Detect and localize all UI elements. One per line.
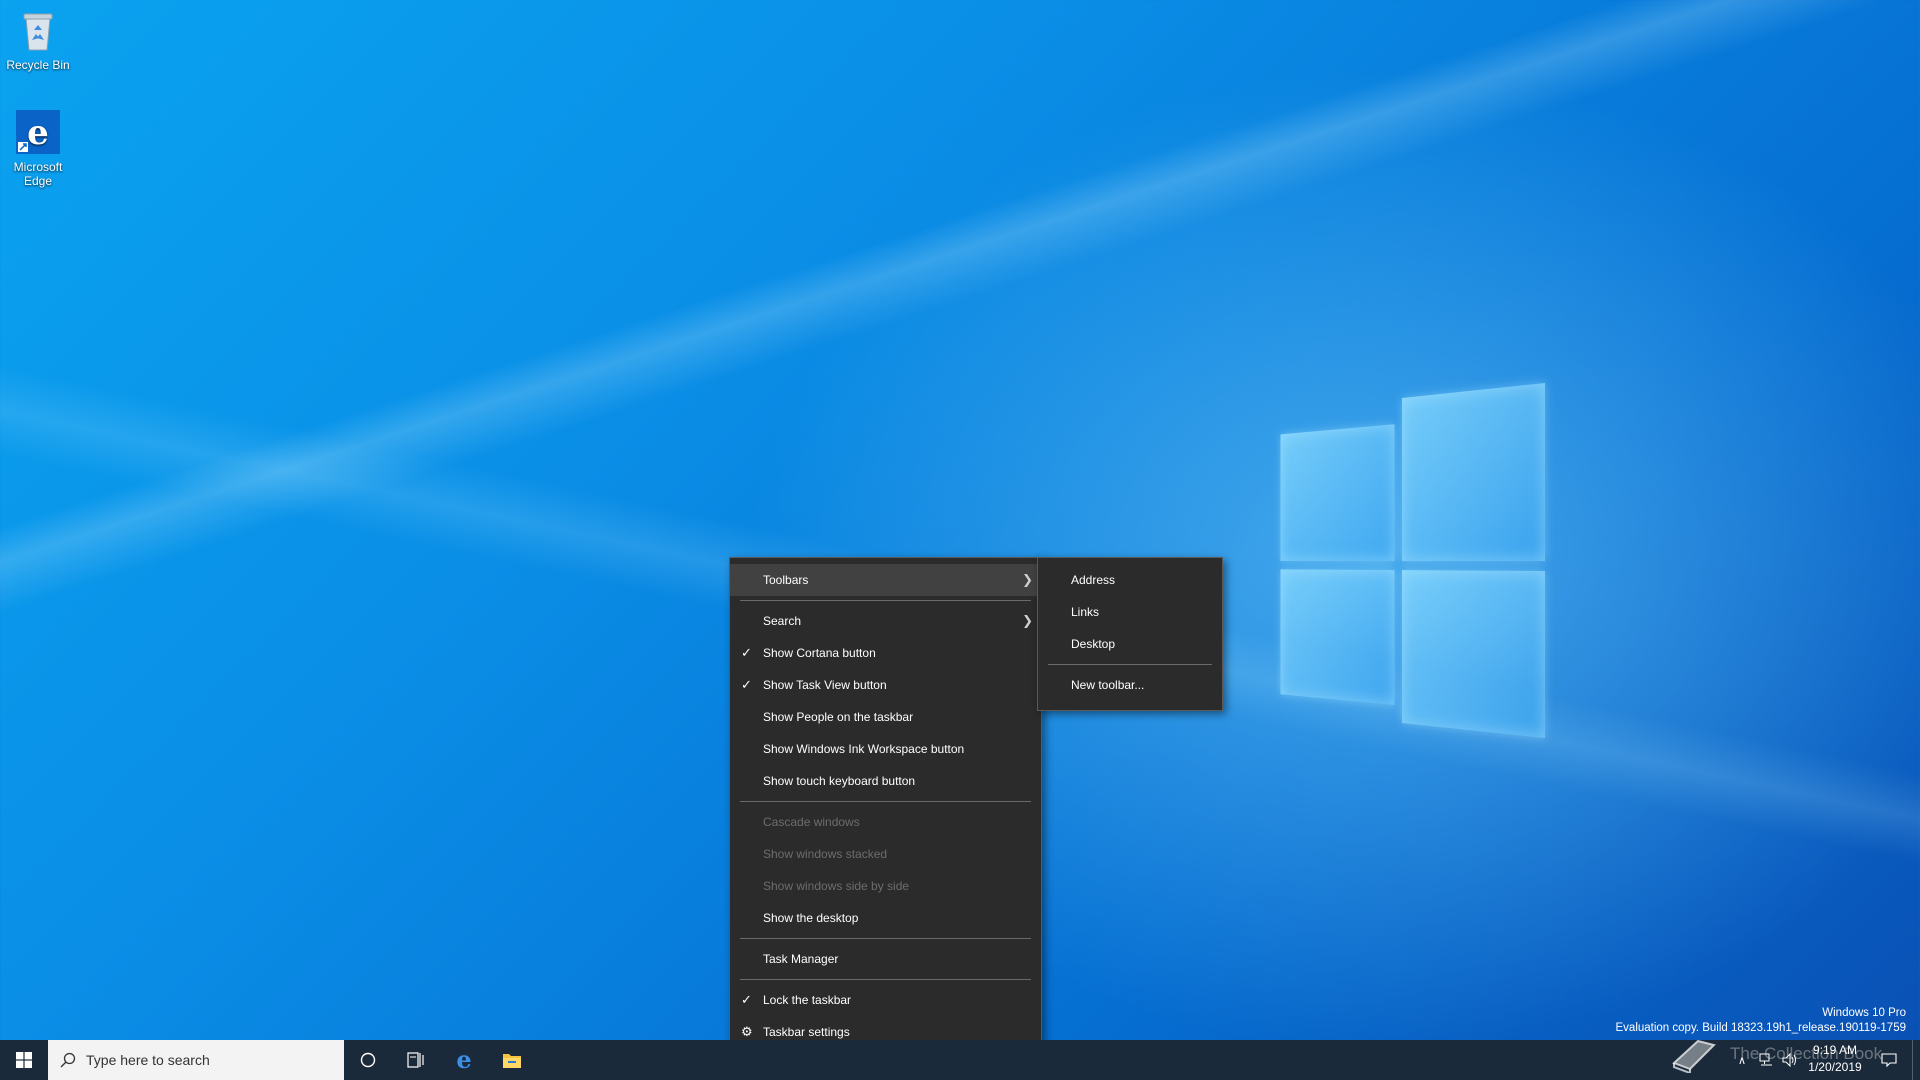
menu-item-label: Toolbars [763, 573, 808, 587]
menu-item-label: Cascade windows [763, 815, 860, 829]
menu-item-label: Show Task View button [763, 678, 887, 692]
menu-item-show-ink-workspace[interactable]: Show Windows Ink Workspace button [730, 733, 1041, 765]
menu-item-label: Show Windows Ink Workspace button [763, 742, 964, 756]
watermark-edition: Windows 10 Pro [1616, 1007, 1907, 1019]
menu-item-label: Show windows side by side [763, 879, 909, 893]
network-icon [1758, 1053, 1774, 1067]
taskbar: Type here to search e ∧ 9:19 AM 1/20/201… [0, 1040, 1920, 1080]
svg-text:e: e [27, 113, 49, 153]
chevron-right-icon: ❯ [1022, 564, 1033, 596]
submenu-item-address[interactable]: Address [1038, 564, 1222, 596]
menu-item-label: Show Cortana button [763, 646, 876, 660]
volume-button[interactable] [1778, 1040, 1802, 1080]
search-placeholder: Type here to search [86, 1052, 210, 1068]
submenu-item-links[interactable]: Links [1038, 596, 1222, 628]
desktop-icon-recycle-bin[interactable]: Recycle Bin [0, 6, 76, 72]
menu-item-label: Lock the taskbar [763, 993, 851, 1007]
menu-item-lock-the-taskbar[interactable]: ✓ Lock the taskbar [730, 984, 1041, 1016]
menu-item-show-windows-side-by-side: Show windows side by side [730, 870, 1041, 902]
menu-item-label: Show touch keyboard button [763, 774, 915, 788]
desktop-icon-label: Edge [0, 174, 76, 188]
menu-item-show-cortana-button[interactable]: ✓ Show Cortana button [730, 637, 1041, 669]
menu-item-cascade-windows: Cascade windows [730, 806, 1041, 838]
menu-item-label: Search [763, 614, 801, 628]
edge-icon: e [456, 1048, 471, 1072]
task-view-icon [407, 1052, 425, 1068]
task-view-button[interactable] [392, 1040, 440, 1080]
menu-item-search[interactable]: Search ❯ [730, 605, 1041, 637]
start-button[interactable] [0, 1040, 48, 1080]
volume-icon [1782, 1053, 1798, 1067]
submenu-item-new-toolbar[interactable]: New toolbar... [1038, 669, 1222, 701]
file-explorer-icon [502, 1051, 522, 1069]
menu-item-show-people[interactable]: Show People on the taskbar [730, 701, 1041, 733]
menu-item-show-windows-stacked: Show windows stacked [730, 838, 1041, 870]
menu-item-label: Address [1071, 573, 1115, 587]
menu-item-show-touch-keyboard[interactable]: Show touch keyboard button [730, 765, 1041, 797]
clock-date: 1/20/2019 [1800, 1060, 1870, 1074]
menu-item-label: Show the desktop [763, 911, 858, 925]
network-button[interactable] [1754, 1040, 1778, 1080]
menu-item-label: Desktop [1071, 637, 1115, 651]
menu-item-label: Show windows stacked [763, 847, 887, 861]
desktop-icon-label: Microsoft [0, 160, 76, 174]
recycle-bin-icon [14, 6, 62, 54]
menu-item-show-the-desktop[interactable]: Show the desktop [730, 902, 1041, 934]
chevron-up-icon: ∧ [1738, 1054, 1746, 1067]
toolbars-submenu: Address Links Desktop New toolbar... [1037, 557, 1223, 711]
menu-item-task-manager[interactable]: Task Manager [730, 943, 1041, 975]
taskbar-clock[interactable]: 9:19 AM 1/20/2019 [1800, 1043, 1870, 1074]
action-center-button[interactable] [1872, 1040, 1906, 1080]
taskbar-file-explorer-button[interactable] [488, 1040, 536, 1080]
checkmark-icon: ✓ [741, 984, 752, 1016]
search-icon [60, 1052, 76, 1068]
menu-item-label: Links [1071, 605, 1099, 619]
desktop-icon-microsoft-edge[interactable]: e Microsoft Edge [0, 108, 76, 188]
cortana-button[interactable] [344, 1040, 392, 1080]
taskbar-context-menu: Toolbars ❯ Search ❯ ✓ Show Cortana butto… [729, 557, 1042, 1059]
submenu-item-desktop[interactable]: Desktop [1038, 628, 1222, 660]
menu-item-label: Show People on the taskbar [763, 710, 913, 724]
show-hidden-icons-button[interactable]: ∧ [1730, 1040, 1754, 1080]
checkmark-icon: ✓ [741, 637, 752, 669]
menu-item-label: New toolbar... [1071, 678, 1144, 692]
desktop-icon-label: Recycle Bin [0, 58, 76, 72]
checkmark-icon: ✓ [741, 669, 752, 701]
menu-item-show-task-view-button[interactable]: ✓ Show Task View button [730, 669, 1041, 701]
menu-item-toolbars[interactable]: Toolbars ❯ [730, 564, 1041, 596]
cortana-icon [360, 1052, 376, 1068]
menu-item-label: Taskbar settings [763, 1025, 850, 1039]
windows-start-icon [16, 1052, 32, 1068]
taskbar-search-box[interactable]: Type here to search [48, 1040, 344, 1080]
watermark-build: Evaluation copy. Build 18323.19h1_releas… [1616, 1022, 1907, 1034]
menu-item-label: Task Manager [763, 952, 838, 966]
edge-icon: e [14, 108, 62, 156]
action-center-icon [1881, 1052, 1897, 1068]
taskbar-edge-button[interactable]: e [440, 1040, 488, 1080]
windows-edition-watermark: Windows 10 Pro Evaluation copy. Build 18… [1616, 1007, 1907, 1034]
show-desktop-button[interactable] [1912, 1040, 1920, 1080]
chevron-right-icon: ❯ [1022, 605, 1033, 637]
clock-time: 9:19 AM [1800, 1043, 1870, 1057]
wallpaper-windows-logo [1281, 383, 1545, 738]
